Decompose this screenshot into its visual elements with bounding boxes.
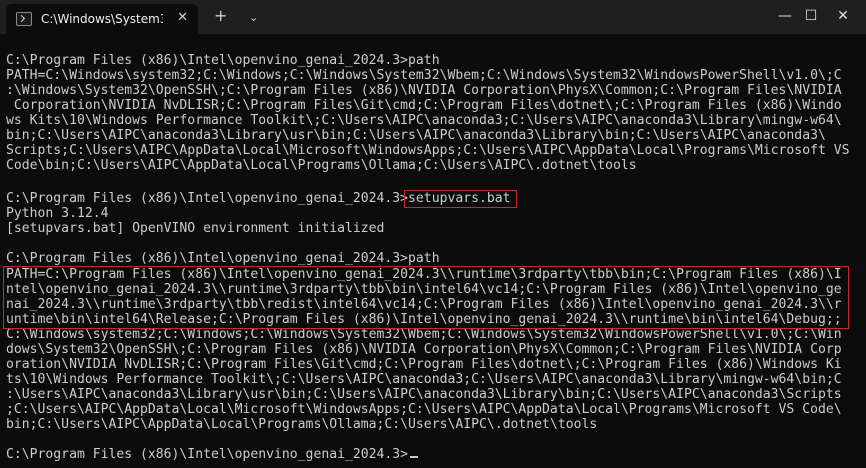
terminal-output[interactable]: C:\Program Files (x86)\Intel\openvino_ge… [0,34,866,468]
path-highlight-box [3,266,849,329]
terminal-line: PATH=C:\Windows\system32;C:\Windows;C:\W… [6,68,842,83]
tab-title: C:\Windows\System32\cmd.e [41,12,163,26]
terminal-line: C:\Windows\system32;C:\Windows;C:\Window… [6,327,842,342]
terminal-line: bin;C:\Users\AIPC\anaconda3\Library\usr\… [6,128,826,143]
text-cursor [410,456,418,458]
terminal-line: C:\Program Files (x86)\Intel\openvino_ge… [6,447,409,462]
terminal-line: dows\System32\OpenSSH\;C:\Program Files … [6,342,842,357]
terminal-line: Code\bin;C:\Users\AIPC\AppData\Local\Pro… [6,158,637,173]
terminal-line: C:\Program Files (x86)\Intel\openvino_ge… [6,251,440,266]
terminal-icon [16,12,32,26]
terminal-line: Corporation\NVIDIA NvDLISR;C:\Program Fi… [6,98,842,113]
terminal-line: :\Users\AIPC\anaconda3\Library\usr\bin;C… [6,387,842,402]
terminal-line: Python 3.12.4 [6,206,109,221]
terminal-line: bin;C:\Users\AIPC\AppData\Local\Programs… [6,417,598,432]
new-tab-icon[interactable]: + [214,6,227,26]
tab-cmd[interactable]: C:\Windows\System32\cmd.e ✕ [6,4,198,34]
terminal-line: [setupvars.bat] OpenVINO environment ini… [6,221,385,236]
terminal-line: :\Windows\System32\OpenSSH\;C:\Program F… [6,83,842,98]
setupvars-highlight-box [404,190,517,208]
terminal-line: ts\10\Windows Performance Toolkit\;C:\Us… [6,372,842,387]
close-button[interactable]: ✕ [820,0,866,32]
title-bar: C:\Windows\System32\cmd.e ✕ + ⌄ — ☐ ✕ [0,0,866,34]
terminal-line: Scripts;C:\Users\AIPC\AppData\Local\Micr… [6,143,850,158]
terminal-line: ;C:\Users\AIPC\AppData\Local\Microsoft\W… [6,402,842,417]
terminal-line: oration\NVIDIA NvDLISR;C:\Program Files\… [6,357,842,372]
terminal-line: ws Kits\10\Windows Performance Toolkit\;… [6,113,842,128]
chevron-down-icon[interactable]: ⌄ [249,8,258,28]
tab-close-icon[interactable]: ✕ [177,10,188,25]
terminal-line: C:\Program Files (x86)\Intel\openvino_ge… [6,53,440,68]
